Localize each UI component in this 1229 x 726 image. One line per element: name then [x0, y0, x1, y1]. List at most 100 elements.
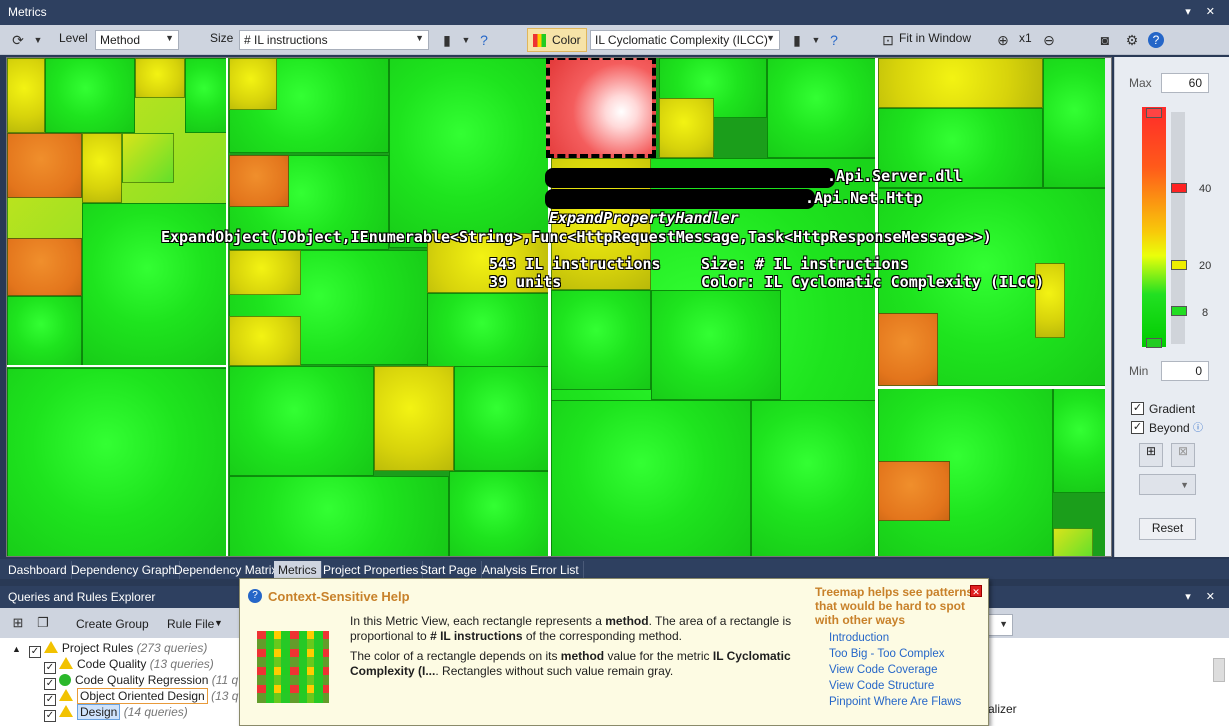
tooltip-method: ExpandObject(JObject,IEnumerable<String>… [161, 228, 992, 246]
queries-filter-combo[interactable]: ▼ [985, 614, 1013, 636]
close-icon[interactable]: ✕ [970, 585, 982, 597]
tab-start-page[interactable]: Start Page [416, 561, 482, 579]
threshold-handle-40[interactable] [1171, 183, 1187, 193]
treemap-cell[interactable] [185, 58, 227, 133]
link-introduction[interactable]: Introduction [829, 632, 889, 644]
treemap-cell[interactable] [1043, 58, 1111, 188]
checkbox[interactable]: ✓ [44, 710, 56, 722]
treemap-cell[interactable] [551, 290, 651, 390]
treemap-cell[interactable] [767, 58, 876, 158]
scrollbar[interactable] [1213, 658, 1225, 682]
link-too-big-too-complex[interactable]: Too Big - Too Complex [829, 648, 944, 660]
remove-threshold-icon[interactable]: ⊠ [1171, 443, 1195, 467]
warning-icon [59, 689, 73, 701]
link-view-code-coverage[interactable]: View Code Coverage [829, 664, 937, 676]
size-chart-icon[interactable]: ▮ [437, 30, 457, 50]
fit-window-icon[interactable]: ⊡ [878, 30, 898, 50]
min-input[interactable]: 0 [1161, 361, 1209, 381]
link-pinpoint-flaws[interactable]: Pinpoint Where Are Flaws [829, 696, 961, 708]
pin-close-icons[interactable]: ▾ ✕ [1185, 5, 1221, 18]
info-icon[interactable]: ⓘ [1193, 419, 1203, 434]
color-chart-dropdown-icon[interactable]: ▼ [806, 30, 826, 50]
zoom-in-icon[interactable]: ⊕ [993, 30, 1013, 50]
color-help-icon[interactable]: ? [824, 30, 844, 50]
treemap-cell[interactable] [1053, 388, 1111, 493]
tab-metrics[interactable]: Metrics [274, 561, 322, 579]
treemap-cell[interactable] [878, 313, 938, 386]
treemap-cell[interactable] [878, 58, 1043, 108]
gear-icon[interactable]: ⚙ [1122, 30, 1142, 50]
size-help-icon[interactable]: ? [474, 30, 494, 50]
treemap-cell[interactable] [229, 250, 301, 295]
collapse-icon[interactable]: ❐ [33, 613, 53, 633]
max-input[interactable]: 60 [1161, 73, 1209, 93]
beyond-checkbox[interactable]: ✓ [1131, 421, 1144, 434]
tab-dependency-matrix[interactable]: Dependency Matrix [170, 561, 283, 579]
fit-in-window-button[interactable]: Fit in Window [899, 31, 971, 45]
add-threshold-icon[interactable]: ⊞ [1139, 443, 1163, 467]
size-chart-dropdown-icon[interactable]: ▼ [456, 30, 476, 50]
help-icon[interactable]: ? [1148, 32, 1164, 48]
treemap-cell[interactable] [427, 293, 549, 368]
gradient-checkbox[interactable]: ✓ [1131, 402, 1144, 415]
treemap-cell[interactable] [374, 366, 454, 471]
treemap-cell[interactable] [229, 316, 301, 366]
tree-row-code-quality[interactable]: ✓ Code Quality (13 queries) [44, 657, 214, 674]
treemap-cell[interactable] [135, 58, 185, 98]
tab-analysis-error-list[interactable]: Analysis Error List [478, 561, 584, 579]
treemap-cell[interactable] [7, 58, 45, 133]
treemap-cell[interactable] [878, 461, 950, 521]
treemap-cell[interactable] [659, 98, 714, 158]
treemap-cell[interactable] [7, 296, 82, 366]
create-group-button[interactable]: Create Group [76, 617, 149, 631]
treemap-cell[interactable] [229, 476, 449, 556]
reset-button[interactable]: Reset [1139, 518, 1196, 540]
tab-dashboard[interactable]: Dashboard [4, 561, 72, 579]
min-handle[interactable] [1146, 338, 1162, 348]
treemap-cell[interactable] [449, 471, 549, 556]
tree-row-design[interactable]: ✓ Design (14 queries) [44, 704, 188, 722]
expand-all-icon[interactable]: ⊞ [8, 613, 28, 633]
color-chart-icon[interactable]: ▮ [787, 30, 807, 50]
size-metric-combo[interactable]: # IL instructions ▼ [239, 30, 429, 50]
treemap-cell[interactable] [229, 366, 374, 476]
treemap-cell[interactable] [229, 155, 289, 207]
treemap-cell[interactable] [751, 400, 876, 556]
rule-file-button[interactable]: Rule File [167, 617, 214, 631]
max-handle[interactable] [1146, 108, 1162, 118]
zoom-out-icon[interactable]: ⊖ [1039, 30, 1059, 50]
pin-close-icons[interactable]: ▾ ✕ [1185, 590, 1221, 603]
treemap-cell[interactable] [551, 400, 751, 556]
tab-project-properties[interactable]: Project Properties [319, 561, 424, 579]
threshold-handle-8[interactable] [1171, 306, 1187, 316]
treemap-cell[interactable] [7, 368, 227, 556]
treemap-cell[interactable] [651, 290, 781, 400]
treemap-cell[interactable] [229, 58, 277, 110]
treemap-cell[interactable] [45, 58, 135, 133]
treemap-cell[interactable] [454, 366, 549, 471]
treemap-cell[interactable] [7, 133, 82, 198]
camera-icon[interactable]: ◙ [1095, 30, 1115, 50]
tab-dependency-graph[interactable]: Dependency Graph [67, 561, 181, 579]
rule-file-dropdown-icon[interactable]: ▼ [214, 618, 223, 628]
refresh-dropdown-icon[interactable]: ▼ [28, 30, 48, 50]
treemap-cell[interactable] [389, 58, 549, 248]
treemap-cell[interactable] [122, 133, 174, 183]
tree-row-project-rules[interactable]: ▲ ✓ Project Rules (273 queries) [12, 641, 207, 658]
selected-method-rectangle[interactable] [546, 58, 656, 158]
treemap-cell[interactable] [1053, 528, 1093, 556]
level-combo[interactable]: Method ▼ [95, 30, 179, 50]
link-view-code-structure[interactable]: View Code Structure [829, 680, 934, 692]
treemap[interactable]: .Api.Server.dll .Api.Net.Http ExpandProp… [6, 57, 1112, 557]
color-metric-combo[interactable]: IL Cyclomatic Complexity (ILCC) ▼ [590, 30, 780, 50]
treemap-cell[interactable] [82, 133, 122, 203]
palette-combo[interactable]: ▼ [1139, 474, 1196, 495]
tick-20: 20 [1199, 260, 1212, 272]
tree-row-object-oriented-design[interactable]: ✓ Object Oriented Design (13 q [44, 688, 238, 706]
color-toggle-button[interactable]: Color [527, 28, 587, 52]
collapse-arrow-icon[interactable]: ▲ [12, 644, 21, 654]
refresh-icon[interactable]: ⟳ [8, 30, 28, 50]
checkbox[interactable]: ✓ [28, 646, 41, 658]
threshold-handle-20[interactable] [1171, 260, 1187, 270]
treemap-cell[interactable] [7, 238, 82, 296]
